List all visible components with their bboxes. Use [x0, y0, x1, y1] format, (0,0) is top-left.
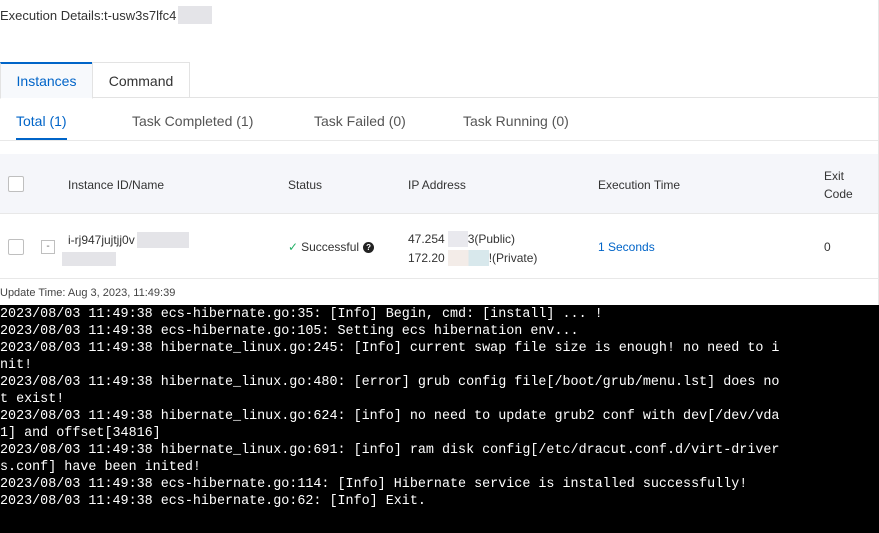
column-header-exit-code-line1: Exit [824, 169, 845, 183]
help-icon[interactable]: ? [363, 241, 375, 253]
column-header-ip: IP Address [408, 178, 466, 192]
console-line: 1] and offset[34816] [0, 426, 161, 441]
subtab-task-running[interactable]: Task Running (0) [463, 104, 569, 140]
subtab-total[interactable]: Total (1) [16, 104, 67, 140]
page-title: Execution Details:t-usw3s7lfc4 [0, 5, 213, 25]
console-line: 2023/08/03 11:49:38 hibernate_linux.go:4… [0, 375, 780, 390]
redacted-block [447, 231, 468, 247]
status-text: Successful [301, 240, 360, 254]
output-console: 2023/08/03 11:49:38 ecs-hibernate.go:35:… [0, 305, 879, 533]
subtab-task-completed[interactable]: Task Completed (1) [132, 104, 253, 140]
tab-bar: Instances Command [0, 62, 878, 99]
execution-time-link[interactable]: 1 Seconds [598, 240, 655, 254]
redacted-block [178, 6, 213, 24]
instance-id[interactable]: i-rj947jujtjj0v [68, 233, 135, 247]
redacted-block [447, 250, 489, 266]
console-line: t exist! [0, 392, 65, 407]
console-line: 2023/08/03 11:49:38 ecs-hibernate.go:35:… [0, 307, 603, 322]
console-line: 2023/08/03 11:49:38 ecs-hibernate.go:105… [0, 324, 579, 339]
ip-public: 47.254 3(Public) [408, 231, 515, 247]
console-line: 2023/08/03 11:49:38 hibernate_linux.go:6… [0, 409, 780, 424]
console-line: s.conf] have been inited! [0, 460, 201, 475]
column-header-exit-code-line2: Code [824, 187, 853, 201]
subtab-task-failed[interactable]: Task Failed (0) [314, 104, 406, 140]
column-header-instance: Instance ID/Name [68, 178, 165, 192]
ip-public-suffix: 3(Public) [467, 232, 516, 246]
tab-instances[interactable]: Instances [0, 62, 93, 99]
console-line: 2023/08/03 11:49:38 hibernate_linux.go:2… [0, 341, 780, 356]
table-header: Instance ID/Name Status IP Address Execu… [0, 154, 878, 214]
console-line: 2023/08/03 11:49:38 ecs-hibernate.go:62:… [0, 494, 426, 509]
row-expand-toggle[interactable]: - [41, 240, 55, 254]
select-all-checkbox[interactable] [8, 176, 24, 192]
execution-details-panel: Execution Details:t-usw3s7lfc4 Instances… [0, 0, 879, 533]
column-header-execution-time: Execution Time [598, 178, 681, 192]
console-line: nit! [0, 358, 33, 373]
check-icon: ✓ [288, 240, 299, 254]
tab-command[interactable]: Command [92, 62, 190, 98]
status-filter-tabs: Total (1) Task Completed (1) Task Failed… [0, 104, 878, 141]
ip-private-prefix: 172.20 [408, 251, 445, 265]
console-line: 2023/08/03 11:49:38 hibernate_linux.go:6… [0, 443, 780, 458]
status-cell: ✓ Successful ? [288, 240, 375, 254]
redacted-instance-name [62, 252, 116, 266]
ip-private: 172.20 !(Private) [408, 250, 537, 266]
table-row: - i-rj947jujtjj0v ✓ Successful ? 47.254 … [0, 215, 878, 279]
console-line: 2023/08/03 11:49:38 ecs-hibernate.go:114… [0, 477, 748, 492]
instance-id-cell: i-rj947jujtjj0v [68, 232, 189, 248]
redacted-block [136, 232, 189, 248]
ip-private-suffix: !(Private) [488, 251, 538, 265]
update-time: Update Time: Aug 3, 2023, 11:49:39 [0, 287, 176, 299]
ip-public-prefix: 47.254 [408, 232, 445, 246]
column-header-status: Status [288, 178, 323, 192]
exit-code: 0 [824, 240, 831, 254]
row-checkbox[interactable] [8, 239, 24, 255]
page-title-text: Execution Details:t-usw3s7lfc4 [0, 7, 177, 23]
